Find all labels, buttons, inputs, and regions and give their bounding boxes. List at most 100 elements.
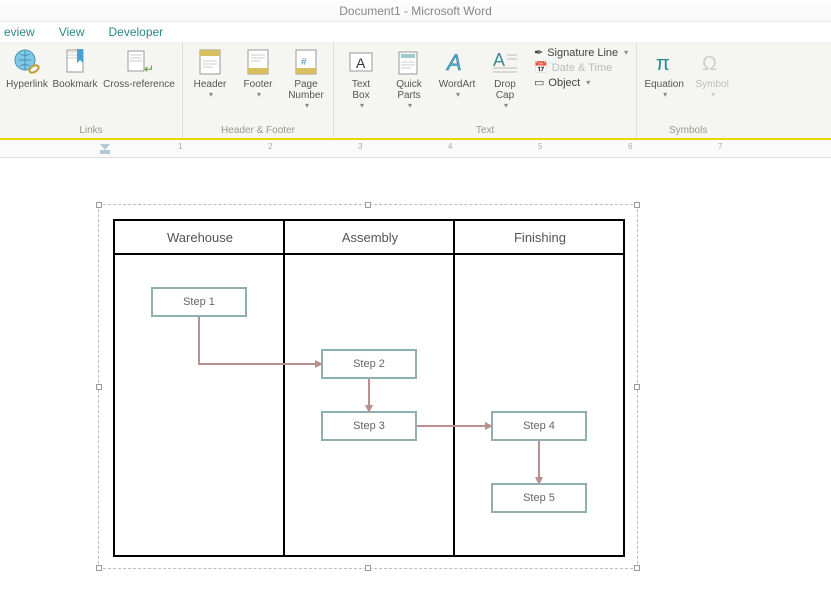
header-label: Header — [194, 79, 227, 90]
chevron-down-icon: ▾ — [456, 90, 460, 99]
equation-label: Equation — [644, 79, 683, 90]
bookmark-button[interactable]: Bookmark — [52, 44, 98, 92]
ribbon: Hyperlink Bookmark ↵ Cross-reference Lin… — [0, 42, 831, 140]
title-bar: Document1 - Microsoft Word — [0, 0, 831, 22]
svg-text:A: A — [493, 50, 505, 70]
hyperlink-button[interactable]: Hyperlink — [4, 44, 50, 92]
chevron-down-icon: ▾ — [504, 101, 508, 110]
dropcap-icon: A — [489, 46, 521, 78]
step-box[interactable]: Step 1 — [151, 287, 247, 317]
menu-bar: eview View Developer — [0, 22, 831, 42]
page-number-label: Page Number — [288, 79, 324, 101]
tab-review[interactable]: eview — [4, 25, 35, 39]
textbox-button[interactable]: A Text Box ▾ — [338, 44, 384, 112]
resize-handle[interactable] — [634, 384, 640, 390]
lane-header: Warehouse — [115, 221, 285, 255]
resize-handle[interactable] — [634, 565, 640, 571]
quickparts-label: Quick Parts — [396, 79, 422, 101]
signature-icon: ✒ — [534, 46, 543, 59]
chevron-down-icon: ▾ — [257, 90, 261, 99]
quickparts-button[interactable]: Quick Parts ▾ — [386, 44, 432, 112]
textbox-icon: A — [345, 46, 377, 78]
svg-text:#: # — [301, 57, 307, 68]
swimlane-table[interactable]: Warehouse Assembly Finishing Step 1 Step… — [113, 219, 625, 557]
calendar-icon: 📅 — [534, 61, 548, 74]
text-extras: ✒Signature Line▾ 📅Date & Time ▭Object▾ — [530, 44, 632, 91]
group-symbols-label: Symbols — [669, 125, 707, 136]
footer-icon — [242, 46, 274, 78]
ruler-tick: 4 — [448, 142, 452, 151]
header-icon — [194, 46, 226, 78]
ruler-tick: 6 — [628, 142, 632, 151]
ruler-tick: 1 — [178, 142, 182, 151]
dropcap-label: Drop Cap — [494, 79, 516, 101]
chevron-down-icon: ▾ — [624, 48, 628, 57]
crossref-icon: ↵ — [123, 46, 155, 78]
equation-button[interactable]: π Equation ▾ — [641, 44, 687, 101]
svg-text:A: A — [356, 55, 366, 71]
ruler-tick: 5 — [538, 142, 542, 151]
chevron-down-icon: ▾ — [663, 90, 667, 99]
group-text-label: Text — [476, 125, 494, 136]
object-button[interactable]: ▭Object▾ — [534, 76, 628, 89]
resize-handle[interactable] — [96, 384, 102, 390]
step-box[interactable]: Step 4 — [491, 411, 587, 441]
dropcap-button[interactable]: A Drop Cap ▾ — [482, 44, 528, 112]
chevron-down-icon: ▾ — [408, 101, 412, 110]
resize-handle[interactable] — [634, 202, 640, 208]
document-page[interactable]: Warehouse Assembly Finishing Step 1 Step… — [0, 158, 831, 595]
lane-assembly — [285, 221, 455, 555]
group-links: Hyperlink Bookmark ↵ Cross-reference Lin… — [0, 42, 183, 138]
symbol-button[interactable]: Ω Symbol ▾ — [689, 44, 735, 101]
svg-text:A: A — [445, 50, 462, 75]
date-time-button[interactable]: 📅Date & Time — [534, 61, 628, 74]
lane-warehouse — [115, 221, 285, 555]
chevron-down-icon: ▾ — [305, 101, 309, 110]
resize-handle[interactable] — [365, 202, 371, 208]
wordart-button[interactable]: A WordArt ▾ — [434, 44, 480, 101]
group-symbols: π Equation ▾ Ω Symbol ▾ Symbols — [637, 42, 739, 138]
page-number-button[interactable]: # Page Number ▾ — [283, 44, 329, 112]
indent-marker-icon[interactable] — [100, 144, 110, 154]
step-box[interactable]: Step 3 — [321, 411, 417, 441]
drawing-canvas[interactable]: Warehouse Assembly Finishing Step 1 Step… — [98, 204, 638, 569]
crossref-button[interactable]: ↵ Cross-reference — [100, 44, 178, 92]
ruler-tick: 2 — [268, 142, 272, 151]
chevron-down-icon: ▾ — [586, 78, 590, 87]
resize-handle[interactable] — [365, 565, 371, 571]
chevron-down-icon: ▾ — [209, 90, 213, 99]
svg-text:↵: ↵ — [144, 62, 154, 76]
quickparts-icon — [393, 46, 425, 78]
horizontal-ruler[interactable]: 1 2 3 4 5 6 7 — [0, 140, 831, 158]
signature-line-button[interactable]: ✒Signature Line▾ — [534, 46, 628, 59]
group-text: A Text Box ▾ Quick Parts ▾ A WordArt ▾ A… — [334, 42, 637, 138]
header-button[interactable]: Header ▾ — [187, 44, 233, 101]
footer-button[interactable]: Footer ▾ — [235, 44, 281, 101]
lane-header: Finishing — [455, 221, 625, 255]
footer-label: Footer — [244, 79, 273, 90]
bookmark-label: Bookmark — [52, 79, 97, 90]
crossref-label: Cross-reference — [103, 79, 175, 90]
tab-view[interactable]: View — [59, 25, 85, 39]
group-links-label: Links — [79, 125, 102, 136]
step-box[interactable]: Step 5 — [491, 483, 587, 513]
object-icon: ▭ — [534, 76, 544, 89]
symbol-icon: Ω — [696, 46, 728, 78]
globe-link-icon — [11, 46, 43, 78]
group-header-footer: Header ▾ Footer ▾ # Page Number ▾ Header… — [183, 42, 334, 138]
ruler-tick: 7 — [718, 142, 722, 151]
resize-handle[interactable] — [96, 565, 102, 571]
svg-text:π: π — [656, 53, 670, 75]
symbol-label: Symbol — [696, 79, 729, 90]
resize-handle[interactable] — [96, 202, 102, 208]
page-number-icon: # — [290, 46, 322, 78]
chevron-down-icon: ▾ — [711, 90, 715, 99]
group-hf-label: Header & Footer — [221, 125, 295, 136]
step-box[interactable]: Step 2 — [321, 349, 417, 379]
tab-developer[interactable]: Developer — [108, 25, 163, 39]
svg-text:Ω: Ω — [702, 53, 717, 75]
ruler-tick: 3 — [358, 142, 362, 151]
wordart-label: WordArt — [439, 79, 476, 90]
bookmark-icon — [59, 46, 91, 78]
wordart-icon: A — [441, 46, 473, 78]
